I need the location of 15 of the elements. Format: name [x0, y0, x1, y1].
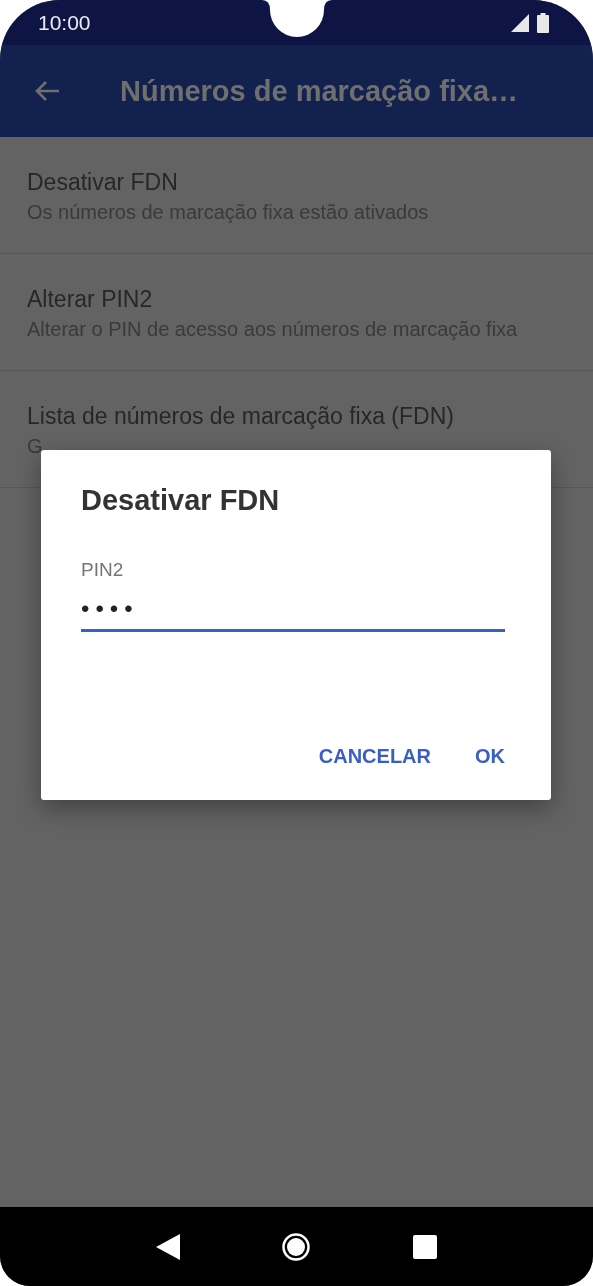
back-arrow-icon[interactable]	[33, 79, 61, 103]
cancel-button[interactable]: CANCELAR	[306, 735, 443, 778]
item-title: Alterar PIN2	[27, 286, 154, 313]
ok-button[interactable]: OK	[463, 735, 517, 778]
battery-icon	[537, 12, 549, 33]
item-title: Lista de números de marcação fixa (FDN)	[27, 403, 455, 430]
signal-icon	[511, 13, 529, 32]
home-icon[interactable]	[281, 1231, 312, 1262]
screen-title: Números de marcação fixa…	[120, 74, 519, 108]
item-title: Desativar FDN	[27, 169, 179, 196]
pin-field[interactable]: ••••	[81, 591, 505, 632]
field-label: PIN2	[81, 559, 125, 581]
recents-icon[interactable]	[413, 1234, 438, 1259]
back-icon[interactable]	[155, 1233, 180, 1260]
clock: 10:00	[38, 10, 91, 35]
